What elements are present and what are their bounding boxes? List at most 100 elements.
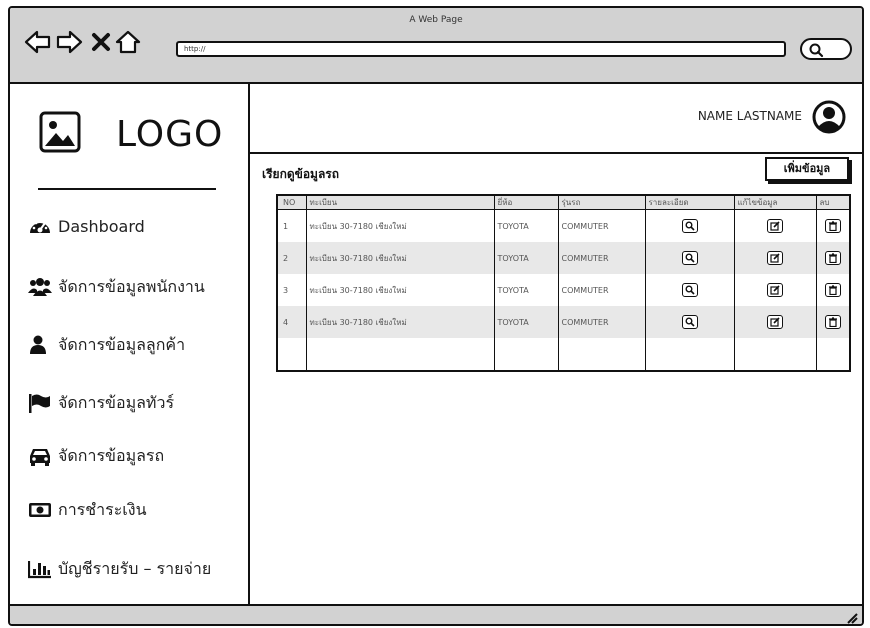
cell-details [644,306,734,338]
column-header: ลบ [815,196,849,210]
sidebar-item-label: จัดการข้อมูลรถ [58,445,165,465]
sidebar-item-cars[interactable]: จัดการข้อมูลรถ [28,441,164,471]
cell-model: COMMUTER [557,274,645,306]
view-details-button[interactable] [681,283,698,297]
cell-details [644,242,734,274]
home-icon[interactable] [114,28,142,56]
url-bar[interactable]: http:// [176,41,786,57]
sidebar-item-dashboard[interactable]: Dashboard [28,211,145,241]
sidebar-item-label: จัดการข้อมูลพนักงาน [58,276,205,296]
trash-icon [828,253,837,263]
cell-delete [815,306,849,338]
edit-icon [770,221,780,231]
cell-no: 2 [278,242,306,274]
table-empty-row [278,338,849,370]
sidebar-item-label: บัญชีรายรับ – รายจ่าย [58,558,212,578]
money-icon [28,498,58,522]
browser-toolbar: A Web Page http:// [10,8,862,84]
view-details-button[interactable] [681,251,698,265]
column-header: แก้ไขข้อมูล [733,196,816,210]
cell-brand: TOYOTA [493,209,558,242]
main-content: NAME LASTNAME เรียกดูข้อมูลรถ เพิ่มข้อมู… [250,84,862,604]
delete-button[interactable] [824,315,841,329]
cell-no: 3 [283,285,289,295]
view-details-button[interactable] [681,219,698,233]
cell-edit [733,306,816,338]
cell-model: COMMUTER [557,242,645,274]
cell-delete [815,209,849,242]
cell-edit [733,209,816,242]
sidebar-item-label: จัดการข้อมูลลูกค้า [58,334,186,354]
column-header: ยี่ห้อ [493,196,558,210]
add-data-button[interactable]: เพิ่มข้อมูล [765,157,849,181]
search-icon [685,285,695,295]
user-name: NAME LASTNAME [697,109,802,123]
cell-plate: ทะเบียน 30-7180 เชียงใหม่ [305,209,494,242]
sidebar-item-label: การชำระเงิน [58,499,147,519]
cell-plate: ทะเบียน 30-7180 เชียงใหม่ [305,274,494,306]
car-icon [28,444,58,468]
trash-icon [828,285,837,295]
table-row: 2 ทะเบียน 30-7180 เชียงใหม่ TOYOTA COMMU… [278,242,849,274]
flag-icon [28,391,58,415]
cell-no: 4 [278,306,306,338]
delete-button[interactable] [824,283,841,297]
cell-details [644,209,734,242]
column-header: NO [278,196,306,210]
sidebar-item-customers[interactable]: จัดการข้อมูลลูกค้า [28,330,185,360]
trash-icon [828,317,837,327]
edit-button[interactable] [767,283,783,297]
edit-button[interactable] [767,315,783,329]
close-icon[interactable] [87,28,115,56]
edit-icon [770,285,780,295]
status-bar [10,604,862,624]
sidebar-item-employees[interactable]: จัดการข้อมูลพนักงาน [28,272,205,302]
trash-icon [828,221,837,231]
arrow-left-icon[interactable] [24,28,52,56]
cell-delete [815,274,849,306]
sidebar-item-label: จัดการข้อมูลทัวร์ [58,392,175,412]
cell-no: 1 [283,221,289,231]
edit-button[interactable] [767,219,783,233]
dashboard-icon [28,214,58,238]
table-row: 3 ทะเบียน 30-7180 เชียงใหม่ TOYOTA COMMU… [278,274,849,306]
cell-plate: ทะเบียน 30-7180 เชียงใหม่ [305,242,494,274]
logo-image-icon [39,111,81,153]
delete-button[interactable] [824,219,841,233]
search-icon [685,317,695,327]
page-caption: A Web Page [409,15,463,25]
sidebar-item-tours[interactable]: จัดการข้อมูลทัวร์ [28,388,174,418]
column-header: รุ่นรถ [557,196,645,210]
table-row: 1 ทะเบียน 30-7180 เชียงใหม่ TOYOTA COMMU… [278,209,849,242]
cell-model: COMMUTER [557,306,645,338]
cell-brand: TOYOTA [493,306,558,338]
view-details-button[interactable] [681,315,698,329]
edit-icon [770,253,780,263]
sidebar-divider [38,188,216,190]
cell-details [644,274,734,306]
logo-text: LOGO [116,114,224,155]
delete-button[interactable] [824,251,841,265]
resize-handle-icon[interactable] [844,610,858,624]
sidebar-item-accounts[interactable]: บัญชีรายรับ – รายจ่าย [28,554,211,584]
sidebar-item-payments[interactable]: การชำระเงิน [28,495,147,525]
arrow-right-icon[interactable] [55,28,83,56]
sidebar: LOGO Dashboard จัดการข้อมูลพนักงาน จัดกา… [10,84,250,604]
cell-edit [733,242,816,274]
cell-edit [733,274,816,306]
bar-chart-icon [28,557,58,581]
user-icon [28,333,58,357]
table-header-row: NO ทะเบียน ยี่ห้อ รุ่นรถ รายละเอียด แก้ไ… [278,196,849,210]
header-divider [250,152,862,154]
sidebar-item-label: Dashboard [58,216,145,236]
cell-model: COMMUTER [557,209,645,242]
avatar-icon[interactable] [812,100,846,134]
search-icon [685,221,695,231]
table-row: 4 ทะเบียน 30-7180 เชียงใหม่ TOYOTA COMMU… [278,306,849,338]
search-button[interactable] [800,38,852,60]
browser-window: A Web Page http:// LOGO Dashboard จัดการ… [8,6,864,626]
cell-brand: TOYOTA [493,274,558,306]
edit-icon [770,317,780,327]
cell-plate: ทะเบียน 30-7180 เชียงใหม่ [305,306,494,338]
edit-button[interactable] [767,251,783,265]
